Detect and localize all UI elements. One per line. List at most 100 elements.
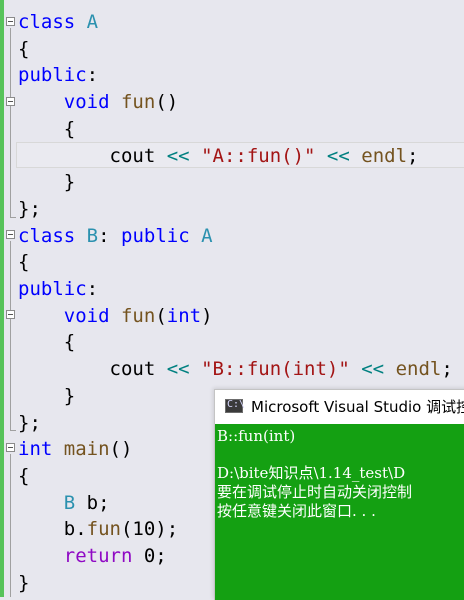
code-line[interactable]: }: [18, 169, 75, 195]
code-line[interactable]: cout << "A::fun()" << endl;: [18, 143, 419, 169]
code-token: return: [63, 545, 133, 567]
code-token: <<: [326, 144, 350, 167]
code-token: fun: [120, 91, 156, 114]
code-line[interactable]: class A: [18, 9, 98, 35]
collapse-main-icon[interactable]: [6, 443, 15, 452]
code-line[interactable]: {: [18, 329, 75, 355]
code-token: ): [201, 304, 213, 327]
outline-guide-main: [10, 454, 11, 597]
code-token: :: [98, 224, 121, 247]
code-line[interactable]: void fun(): [18, 89, 178, 115]
code-token: :: [86, 64, 99, 87]
code-token: (): [155, 91, 179, 114]
code-line[interactable]: b.fun(10);: [18, 516, 178, 542]
outline-guide-end-class-a: [10, 217, 16, 218]
code-token: }: [18, 571, 30, 594]
code-token: {: [18, 331, 76, 354]
code-token: int: [166, 304, 202, 327]
code-token: :: [86, 278, 99, 300]
collapse-fun-b-icon[interactable]: [6, 310, 15, 319]
code-token: {: [18, 117, 76, 140]
code-token: ;: [407, 144, 419, 167]
code-token: endl: [361, 144, 408, 167]
code-token: }: [18, 384, 76, 407]
code-token: void: [63, 91, 110, 114]
console-title-bar[interactable]: C:\ Microsoft Visual Studio 调试控: [215, 390, 464, 424]
code-line[interactable]: void fun(int): [18, 303, 213, 329]
outline-guide-end-class-b: [10, 430, 16, 431]
outline-guide-class-b: [10, 241, 11, 431]
console-app-icon: C:\: [225, 399, 245, 413]
code-token: <<: [166, 358, 190, 381]
code-token: (10);: [120, 518, 179, 541]
code-token: {: [18, 464, 30, 487]
collapse-class-a-icon[interactable]: [6, 17, 15, 26]
code-token: class: [18, 224, 76, 247]
code-token: endl: [395, 358, 442, 381]
code-line[interactable]: {: [18, 116, 75, 142]
code-token: b;: [75, 491, 110, 514]
code-token: 0;: [132, 545, 167, 567]
code-token: };: [18, 197, 41, 220]
code-line[interactable]: public:: [18, 62, 98, 88]
code-token: ;: [441, 358, 453, 381]
console-output-line: 按任意键关闭此窗口. . .: [217, 502, 376, 520]
console-output-line: D:\bite知识点\1.14_test\D: [217, 464, 406, 482]
code-token: fun: [86, 518, 121, 541]
code-line[interactable]: };: [18, 196, 41, 222]
code-token: public: [18, 64, 87, 87]
console-output-line: B::fun(int): [217, 427, 296, 445]
code-token: }: [18, 171, 76, 194]
code-token: fun: [120, 304, 156, 327]
code-token: class: [18, 11, 76, 33]
code-line[interactable]: {: [18, 463, 29, 489]
code-line[interactable]: public:: [18, 276, 98, 302]
code-line[interactable]: {: [18, 36, 29, 62]
code-line[interactable]: cout << "B::fun(int)" << endl;: [18, 356, 453, 382]
code-token: void: [63, 304, 110, 327]
collapse-class-b-icon[interactable]: [6, 230, 15, 239]
code-token: A: [86, 11, 99, 33]
code-token: (): [109, 438, 133, 461]
code-token: b.: [18, 518, 87, 541]
code-token: "B::fun(int)": [201, 358, 350, 381]
code-token: B: [86, 224, 99, 247]
code-token: int: [18, 438, 53, 461]
code-line[interactable]: class B: public A: [18, 223, 213, 249]
code-token: (: [155, 304, 167, 327]
code-token: A: [201, 224, 213, 247]
code-token: {: [18, 251, 30, 274]
code-line[interactable]: {: [18, 249, 29, 275]
code-line[interactable]: return 0;: [18, 543, 167, 569]
code-line[interactable]: int main(): [18, 436, 132, 462]
code-token: main: [63, 438, 110, 461]
code-line[interactable]: }: [18, 383, 75, 409]
change-tracking-bar: [0, 0, 4, 597]
code-token: cout: [18, 144, 167, 167]
console-title: Microsoft Visual Studio 调试控: [251, 398, 464, 416]
collapse-fun-a-icon[interactable]: [6, 97, 15, 106]
console-output-line: 要在调试停止时自动关闭控制: [217, 483, 413, 501]
code-line[interactable]: B b;: [18, 490, 110, 516]
debug-console-window[interactable]: C:\ Microsoft Visual Studio 调试控 B::fun(i…: [214, 389, 464, 600]
code-token: <<: [361, 358, 385, 381]
console-output[interactable]: B::fun(int) D:\bite知识点\1.14_test\D 要在调试停…: [215, 424, 464, 600]
code-token: "A::fun()": [201, 144, 316, 167]
code-line[interactable]: };: [18, 410, 41, 436]
code-line[interactable]: }: [18, 570, 29, 596]
code-token: {: [18, 37, 30, 60]
